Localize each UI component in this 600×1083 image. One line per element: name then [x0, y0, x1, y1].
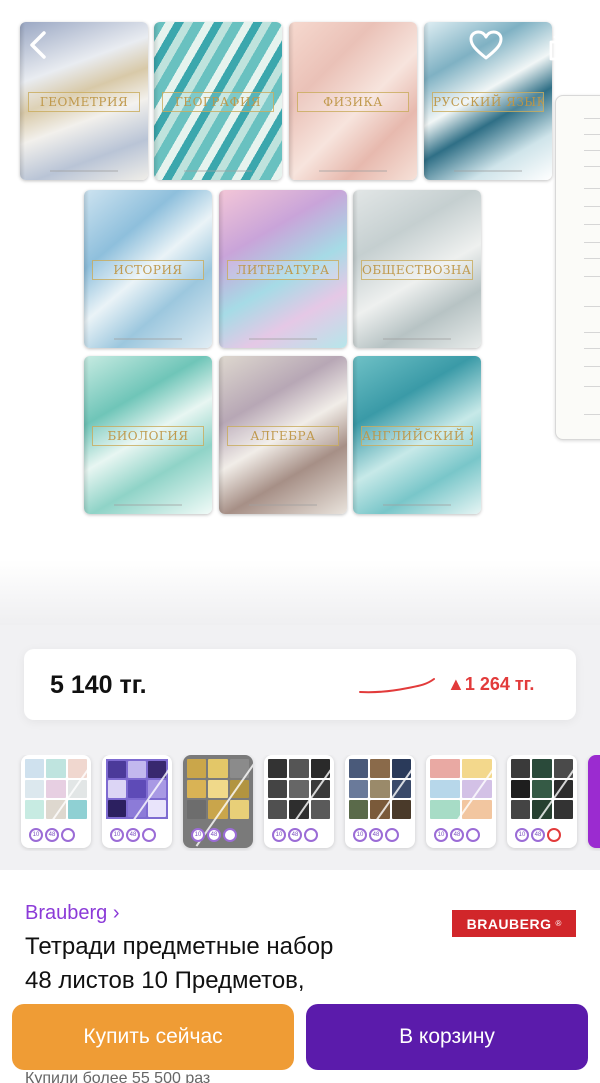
notebook-label: ОБЩЕСТВОЗНАНИЕ [361, 260, 473, 280]
notebook-cover: ИСТОРИЯ [84, 190, 212, 348]
brand-logo-text: BRAUBERG [466, 915, 552, 932]
notebook-label: ФИЗИКА [297, 92, 409, 112]
notebook-cover: ЛИТЕРАТУРА [219, 190, 347, 348]
thumbnail[interactable]: 10 48 [426, 755, 496, 848]
thumbnail[interactable]: 10 48 [21, 755, 91, 848]
registered-mark: ® [555, 919, 562, 928]
notebook-label: ИСТОРИЯ [92, 260, 204, 280]
thumbnail-strip[interactable]: 10 48 10 48 10 48 10 48 10 48 10 48 10 4… [0, 755, 600, 851]
notebook-label: ГЕОМЕТРИЯ [28, 92, 140, 112]
notebook-cover: ФИЗИКА [289, 22, 417, 180]
notebook-label: АНГЛИЙСКИЙ ЯЗЫК [361, 426, 473, 446]
favorite-button[interactable] [461, 20, 511, 70]
thumbnail[interactable]: 10 48 [507, 755, 577, 848]
purchase-count: Купили более 55 500 раз [25, 1070, 211, 1083]
notebook-label: АЛГЕБРА [227, 426, 339, 446]
add-to-cart-button[interactable]: В корзину [306, 1004, 588, 1070]
thumbnail[interactable] [588, 755, 600, 848]
product-page: ГЕОМЕТРИЯ ГЕОГРАФИЯ ФИЗИКА РУССКИЙ ЯЗЫК … [0, 0, 600, 1083]
heart-icon [469, 30, 503, 60]
buy-now-button[interactable]: Купить сейчас [12, 1004, 294, 1070]
product-title: Тетради предметные набор 48 листов 10 Пр… [25, 930, 455, 998]
brand-link[interactable]: Brauberg › [25, 902, 120, 925]
price-change: ▲1 264 тг. [447, 674, 535, 694]
product-image-gallery[interactable]: ГЕОМЕТРИЯ ГЕОГРАФИЯ ФИЗИКА РУССКИЙ ЯЗЫК … [0, 0, 600, 625]
back-button[interactable] [14, 20, 64, 70]
thumbnail[interactable]: 10 48 [183, 755, 253, 848]
notebook-cover: АНГЛИЙСКИЙ ЯЗЫК [353, 356, 481, 514]
thumbnail[interactable]: 10 48 [102, 755, 172, 848]
thumbnail[interactable]: 10 48 [345, 755, 415, 848]
notebook-inner-page [555, 95, 600, 440]
brand-logo[interactable]: BRAUBERG ® [452, 910, 576, 937]
product-title-line: Тетради предметные набор [25, 933, 334, 960]
price-trend-sparkline [359, 678, 435, 694]
notebook-label: ГЕОГРАФИЯ [162, 92, 274, 112]
current-price: 5 140 тг. [50, 671, 147, 699]
product-title-line: 48 листов 10 Предметов, [25, 967, 305, 994]
notebook-label: РУССКИЙ ЯЗЫК [432, 92, 544, 112]
notebook-label: БИОЛОГИЯ [92, 426, 204, 446]
chevron-left-icon [30, 31, 46, 59]
notebook-label: ЛИТЕРАТУРА [227, 260, 339, 280]
notebook-cover: ОБЩЕСТВОЗНАНИЕ [353, 190, 481, 348]
share-icon [549, 29, 575, 61]
notebook-cover: БИОЛОГИЯ [84, 356, 212, 514]
notebook-cover: АЛГЕБРА [219, 356, 347, 514]
notebook-cover: ГЕОГРАФИЯ [154, 22, 282, 180]
share-button[interactable] [537, 20, 587, 70]
thumbnail[interactable]: 10 48 [264, 755, 334, 848]
